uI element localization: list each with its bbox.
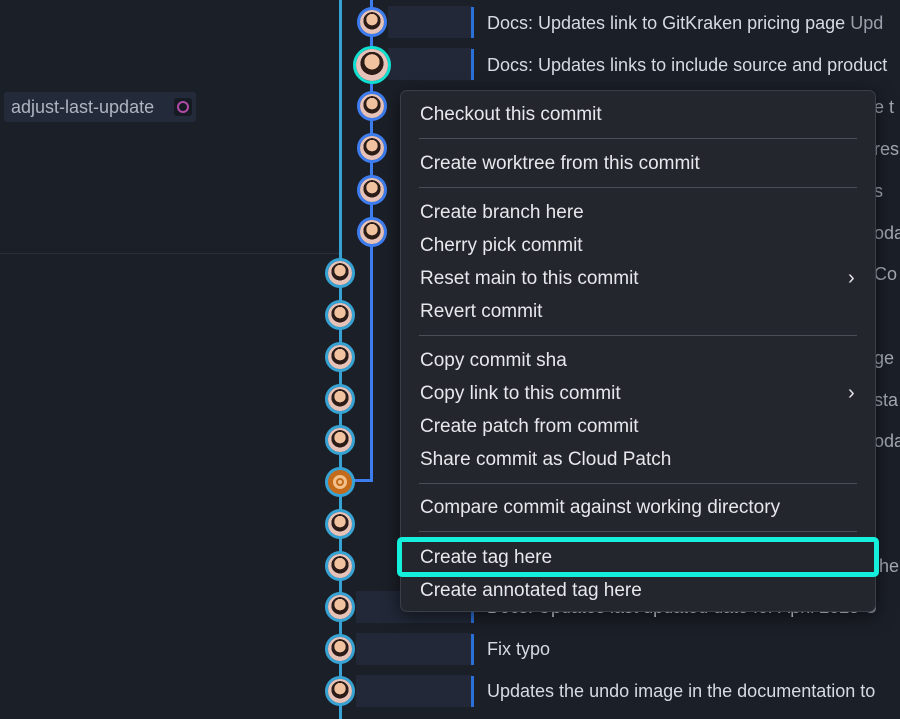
merge-commit-icon[interactable] [325,467,355,497]
commit-message-text: Fix typo [487,639,551,659]
menu-item-label: Reset main to this commit [420,268,639,289]
menu-item-create-annotated-tag[interactable]: Create annotated tag here [420,574,642,607]
commit-message[interactable]: Docs: Updates link to GitKraken pricing … [487,2,883,44]
commit-row[interactable] [356,633,472,665]
menu-item-revert-commit[interactable]: Revert commit [420,295,542,328]
commit-avatar[interactable] [325,634,355,664]
menu-separator [419,335,857,336]
commit-message-fragment: ge [874,348,895,368]
commit-message-fragment: Co [874,264,898,284]
menu-separator [419,187,857,188]
commit-avatar[interactable] [357,217,387,247]
commit-message-fragment: sta [874,390,899,410]
menu-item-copy-sha[interactable]: Copy commit sha [420,344,567,377]
menu-item-create-patch[interactable]: Create patch from commit [420,410,639,443]
commit-message-fragment: res [874,139,900,159]
menu-item-share-cloud-patch[interactable]: Share commit as Cloud Patch [420,443,671,476]
menu-separator [419,531,857,532]
commit-message[interactable]: Docs: Updates links to include source an… [487,44,887,86]
graph-lane-merge-curve [352,479,373,482]
commit-avatar[interactable] [357,91,387,121]
commit-avatar[interactable] [325,258,355,288]
commit-avatar[interactable] [325,676,355,706]
commit-message-text: Updates the undo image in the documentat… [487,681,876,701]
commit-avatar[interactable] [357,7,387,37]
row-separator [471,634,474,665]
commit-row[interactable] [388,6,472,38]
selected-commit-avatar[interactable] [353,46,391,84]
commit-avatar[interactable] [325,342,355,372]
graph-lane-cyan-top [339,0,342,260]
commit-avatar[interactable] [325,509,355,539]
commit-avatar[interactable] [325,425,355,455]
commit-row[interactable] [388,48,472,80]
commit-avatar[interactable] [325,384,355,414]
commit-message[interactable]: Updates the undo image in the documentat… [487,670,875,712]
row-separator [471,7,474,38]
commit-message[interactable]: Fix typo [487,628,550,670]
commit-message-fragment: e t [874,97,895,117]
highlight-box-create-tag [397,537,879,577]
menu-item-create-branch[interactable]: Create branch here [420,196,584,229]
commit-row[interactable] [356,675,472,707]
commit-message-fragment: oda [874,431,900,451]
menu-item-copy-link[interactable]: Copy link to this commit › [420,377,855,410]
commit-avatar[interactable] [325,592,355,622]
commit-message-text: Docs: Updates links to include source an… [487,55,888,75]
commit-message-description: Upd [850,13,884,33]
row-separator [471,49,474,80]
commit-avatar[interactable] [325,551,355,581]
menu-item-checkout-commit[interactable]: Checkout this commit [420,98,602,131]
commit-context-menu: Checkout this commit Create worktree fro… [400,90,876,612]
row-separator [471,676,474,707]
commit-avatar[interactable] [357,133,387,163]
commit-message-fragment: oda [874,223,900,243]
menu-item-label: Copy link to this commit [420,383,621,404]
menu-item-cherry-pick[interactable]: Cherry pick commit [420,229,583,262]
menu-separator [419,138,857,139]
commit-message-text: Docs: Updates link to GitKraken pricing … [487,13,846,33]
menu-separator [419,483,857,484]
commit-avatar[interactable] [357,175,387,205]
chevron-right-icon: › [848,267,855,289]
commit-avatar[interactable] [325,300,355,330]
menu-item-compare-working-directory[interactable]: Compare commit against working directory [420,491,780,524]
chevron-right-icon: › [848,382,855,404]
menu-item-reset-main[interactable]: Reset main to this commit › [420,262,855,295]
menu-item-create-worktree[interactable]: Create worktree from this commit [420,147,700,180]
